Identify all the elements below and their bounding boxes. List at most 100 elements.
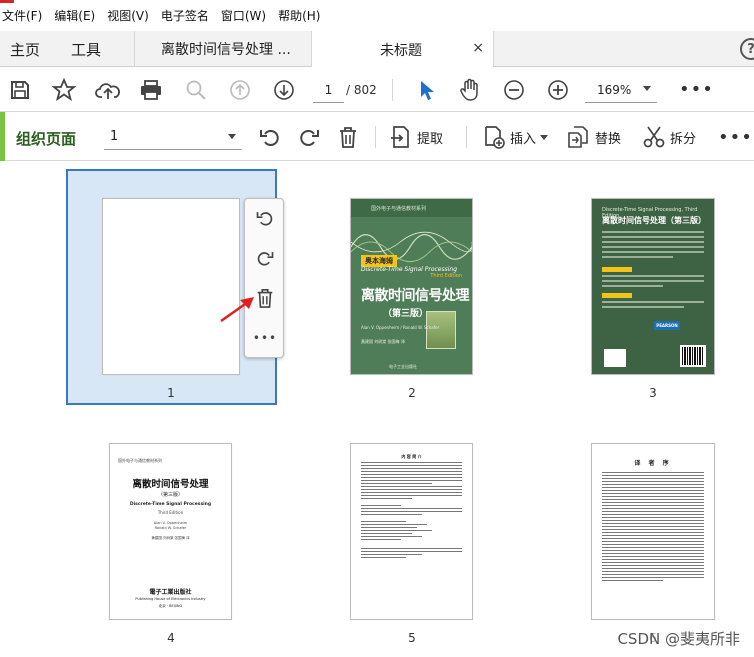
page-number-input[interactable]: 1 — [313, 77, 344, 103]
page-thumbnail-6[interactable]: 译 者 序 — [591, 443, 715, 620]
page-number-label: 1 — [167, 386, 175, 400]
page-number-label: 5 — [408, 631, 416, 645]
rotate-right-icon — [300, 130, 319, 146]
toolbar-divider — [375, 126, 376, 148]
page-number-label: 4 — [167, 631, 175, 645]
tool-accent-bar — [0, 112, 5, 161]
more-options-icon[interactable]: ••• — [253, 327, 276, 349]
rotate-left-icon[interactable] — [254, 207, 276, 229]
chevron-down-icon — [228, 134, 236, 139]
select-cursor-icon[interactable] — [414, 77, 440, 103]
menu-esign[interactable]: 电子签名 — [161, 7, 209, 24]
title-page-series: 国外电子与通信教材系列 — [118, 458, 162, 463]
chevron-down-icon — [540, 134, 549, 140]
menu-edit[interactable]: 编辑(E) — [54, 7, 95, 24]
back-cn-title: 离散时间信号处理（第三版） — [602, 216, 706, 225]
insert-button[interactable]: 插入 — [483, 124, 549, 150]
rotate-right-icon[interactable] — [254, 247, 276, 269]
page-number-label: 3 — [649, 386, 657, 400]
rotate-left-icon — [260, 130, 279, 146]
insert-label: 插入 — [510, 131, 537, 147]
page-range-value: 1 — [110, 129, 119, 144]
back-logo-box — [604, 349, 626, 367]
zoom-level-value: 169% — [597, 82, 632, 97]
extract-icon — [391, 126, 409, 148]
page-down-icon[interactable] — [271, 77, 297, 103]
title-page-edition: （第三版） — [157, 492, 183, 498]
cover-cn-title: 离散时间信号处理 — [361, 288, 470, 304]
back-text-block — [602, 275, 704, 290]
organize-pages-toolbar: 组织页面 1 提取 插入 替换 拆分 ••• — [0, 112, 754, 161]
split-label: 拆分 — [670, 131, 697, 147]
more-organize-icon[interactable]: ••• — [718, 127, 753, 148]
cover-translators: 黄建国 刘树棠 张国梅 译 — [361, 339, 405, 344]
page-thumbnails-area: 1 ••• 国外电子与通信教材系列 奥本海姆 Discrete-Time Sig… — [0, 161, 754, 657]
cover-authors: Alan V. Oppenheim / Ronald W. Schafer — [361, 325, 440, 330]
bookmark-star-icon[interactable] — [51, 77, 77, 103]
cover-en-edition: Third Edition — [430, 273, 462, 279]
extract-button[interactable]: 提取 — [390, 124, 443, 150]
page-thumbnail-2[interactable]: 国外电子与通信教材系列 奥本海姆 Discrete-Time Signal Pr… — [350, 198, 473, 375]
save-icon[interactable] — [7, 77, 33, 103]
replace-button[interactable]: 替换 — [566, 124, 621, 150]
title-page-translators: 黄建国 刘树棠 张国梅 译 — [151, 536, 190, 540]
text-lines — [361, 462, 462, 560]
cover-series: 国外电子与通信教材系列 — [351, 199, 472, 217]
zoom-search-icon[interactable] — [183, 77, 209, 103]
extract-label: 提取 — [417, 131, 444, 147]
title-page-en-edition: Third Edition — [157, 510, 184, 515]
zoom-in-icon[interactable] — [545, 77, 571, 103]
back-text-block — [602, 301, 704, 311]
page-number-label: 2 — [408, 386, 416, 400]
page-thumbnail-5[interactable]: 内 容 简 介 — [350, 443, 473, 620]
barcode-icon — [680, 345, 706, 367]
page5-heading: 内 容 简 介 — [401, 454, 422, 459]
page-thumbnail-1[interactable] — [102, 198, 240, 375]
menu-bar: 文件(F) 编辑(E) 视图(V) 电子签名 窗口(W) 帮助(H) — [0, 0, 754, 31]
rotate-right-button[interactable] — [297, 124, 326, 150]
trash-icon — [340, 127, 356, 148]
more-tools-icon[interactable]: ••• — [679, 79, 714, 100]
main-toolbar: 1 / 802 169% ••• — [0, 67, 754, 112]
text-lines — [602, 472, 704, 583]
replace-label: 替换 — [595, 131, 622, 147]
zoom-level-select[interactable]: 169% — [585, 77, 657, 103]
tab-untitled[interactable]: 未标题 × — [312, 31, 494, 68]
rotate-left-button[interactable] — [258, 124, 287, 150]
insert-page-icon — [485, 126, 505, 149]
title-page-publisher-en: Publishing House of Electronics Industry — [135, 597, 206, 601]
menu-window[interactable]: 窗口(W) — [221, 7, 266, 24]
split-button[interactable]: 拆分 — [643, 124, 696, 150]
scissors-icon — [643, 126, 665, 148]
cover-en-title: Discrete-Time Signal Processing — [361, 266, 458, 273]
menu-file[interactable]: 文件(F) — [2, 7, 42, 24]
back-section-tag — [602, 293, 632, 298]
replace-page-icon — [568, 126, 588, 148]
csdn-watermark: CSDN @斐夷所非 — [617, 628, 740, 649]
delete-page-button[interactable] — [337, 124, 364, 150]
chevron-down-icon — [643, 86, 651, 91]
close-tab-icon[interactable]: × — [472, 40, 484, 56]
hand-tool-icon[interactable] — [457, 77, 483, 103]
page-thumbnail-3[interactable]: Discrete-Time Signal Processing, Third E… — [591, 198, 715, 375]
menu-help[interactable]: 帮助(H) — [278, 7, 320, 24]
title-page-publisher-cn: 電子工業出版社 — [149, 589, 192, 596]
page-range-select[interactable]: 1 — [104, 124, 242, 150]
cover-cn-edition: （第三版） — [383, 309, 429, 319]
tab-bar: 主页 工具 离散时间信号处理 ... 未标题 × ? — [0, 31, 754, 68]
page-up-icon[interactable] — [227, 77, 253, 103]
toolbar-divider — [466, 126, 467, 148]
tab-document[interactable]: 离散时间信号处理 ... — [134, 31, 312, 67]
help-icon[interactable]: ? — [740, 38, 754, 60]
print-icon[interactable] — [138, 77, 164, 103]
zoom-out-icon[interactable] — [501, 77, 527, 103]
menu-view[interactable]: 视图(V) — [107, 7, 149, 24]
acrobat-window: 文件(F) 编辑(E) 视图(V) 电子签名 窗口(W) 帮助(H) 主页 工具… — [0, 0, 754, 657]
cloud-upload-icon[interactable] — [95, 77, 121, 103]
tab-home[interactable]: 主页 — [10, 31, 40, 67]
title-page-authors: Alan V. Oppenheim Ronald W. Schafer — [153, 521, 188, 530]
tab-tools[interactable]: 工具 — [71, 31, 101, 67]
organize-pages-title: 组织页面 — [16, 130, 77, 148]
page-thumbnail-4[interactable]: 国外电子与通信教材系列 离散时间信号处理 （第三版） Discrete-Time… — [109, 443, 232, 620]
tab-untitled-label: 未标题 — [380, 42, 422, 59]
